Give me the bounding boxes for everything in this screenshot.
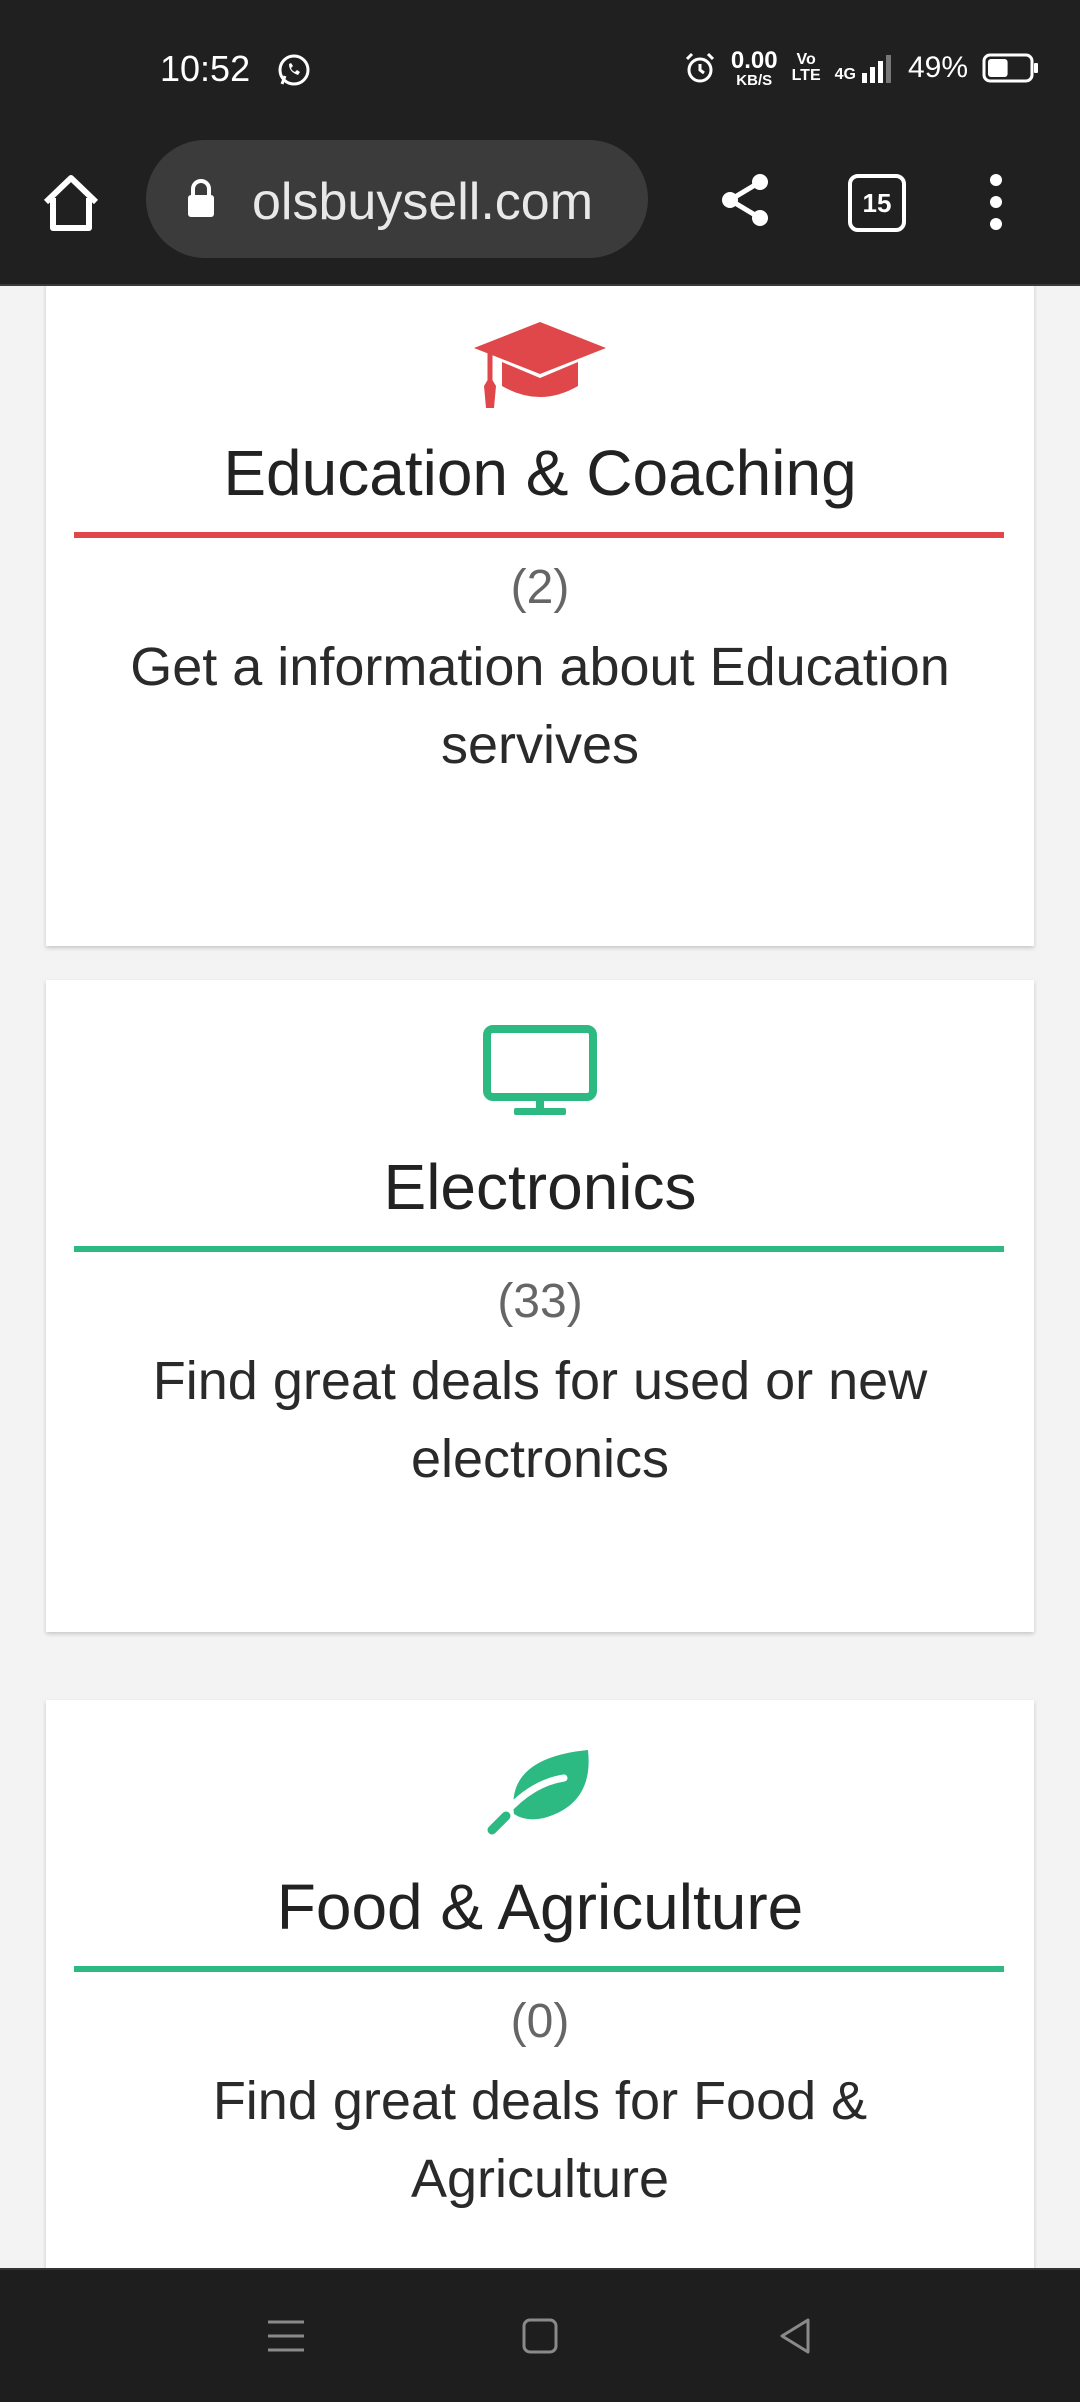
status-bar: 10:52 0.00 KB/S Vo LTE 4G 49% xyxy=(0,0,1080,136)
volte-bottom: LTE xyxy=(791,67,821,84)
category-card-education[interactable]: Education & Coaching (2) Get a informati… xyxy=(46,286,1034,946)
category-card-electronics[interactable]: Electronics (33) Find great deals for us… xyxy=(46,980,1034,1632)
lock-icon xyxy=(188,179,214,217)
volte-top: Vo xyxy=(796,51,816,68)
card-title[interactable]: Food & Agriculture xyxy=(46,1870,1034,1944)
card-count: (0) xyxy=(510,1995,570,2048)
network-type: 4G xyxy=(834,66,856,83)
speed-value: 0.00 xyxy=(730,46,778,74)
home-icon[interactable] xyxy=(38,170,104,236)
signal-icon xyxy=(861,55,891,83)
graduation-cap-wrap xyxy=(46,316,1034,412)
system-nav-bar xyxy=(0,2268,1080,2402)
recents-menu-icon[interactable] xyxy=(262,2312,310,2360)
graduation-cap-icon xyxy=(474,322,606,408)
card-description: Get a information about Education serviv… xyxy=(130,637,950,775)
back-triangle-icon[interactable] xyxy=(772,2312,820,2360)
status-time: 10:52 xyxy=(160,48,251,89)
monitor-icon xyxy=(483,1025,597,1115)
battery-icon xyxy=(982,53,1038,83)
url-text[interactable]: olsbuysell.com xyxy=(252,172,593,232)
monitor-wrap xyxy=(46,1024,1034,1118)
alarm-icon xyxy=(685,52,714,83)
card-count: (2) xyxy=(510,561,570,614)
card-description: Find great deals for used or new electro… xyxy=(152,1351,928,1489)
card-divider xyxy=(74,532,1004,538)
address-bar[interactable]: olsbuysell.com xyxy=(146,140,648,258)
whatsapp-icon xyxy=(278,54,310,86)
network-speed: 0.00 KB/S xyxy=(730,46,778,89)
card-divider xyxy=(74,1966,1004,1972)
card-count: (33) xyxy=(497,1275,583,1328)
card-title[interactable]: Education & Coaching xyxy=(46,436,1034,510)
tab-switcher-button[interactable]: 15 xyxy=(848,174,906,232)
browser-toolbar: olsbuysell.com 15 xyxy=(0,136,1080,286)
card-title[interactable]: Electronics xyxy=(46,1150,1034,1224)
card-divider xyxy=(74,1246,1004,1252)
menu-dots-icon[interactable] xyxy=(984,170,1008,234)
category-card-food-agriculture[interactable]: Food & Agriculture (0) Find great deals … xyxy=(46,1700,1034,2268)
page-content: Education & Coaching (2) Get a informati… xyxy=(0,286,1080,2268)
home-square-icon[interactable] xyxy=(516,2312,564,2360)
signal-group: 4G xyxy=(835,53,894,83)
share-icon[interactable] xyxy=(716,170,776,230)
speed-unit: KB/S xyxy=(736,71,773,89)
battery-percent: 49% xyxy=(907,51,968,84)
leaf-icon xyxy=(487,1750,589,1835)
card-description: Find great deals for Food & Agriculture xyxy=(212,2071,868,2209)
volte-indicator: Vo LTE xyxy=(792,52,821,84)
leaf-wrap xyxy=(46,1744,1034,1836)
